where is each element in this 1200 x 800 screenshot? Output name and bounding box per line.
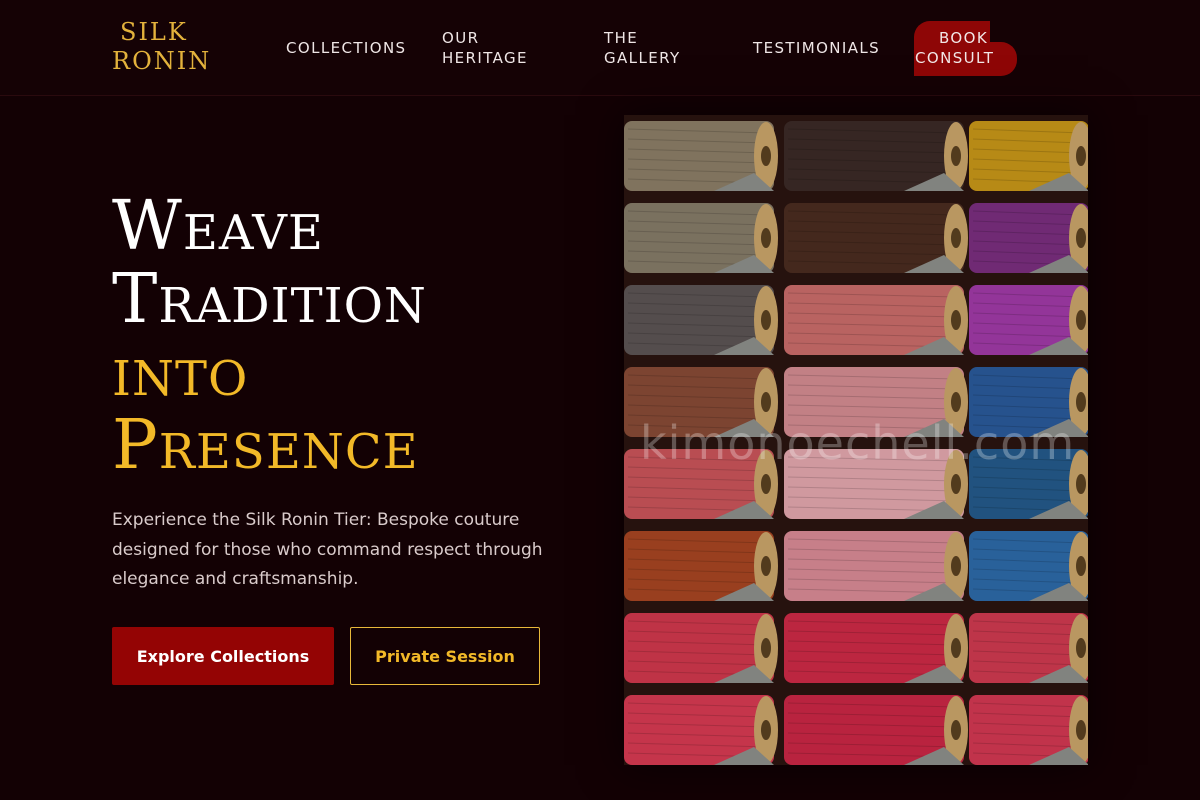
nav-link-our-heritage[interactable]: OUR HERITAGE bbox=[442, 28, 528, 68]
book-button-label-2: CONSULT bbox=[915, 49, 995, 67]
hero-title-line-2: Tradition bbox=[112, 260, 427, 339]
hero-title-line-1: Weave bbox=[112, 187, 324, 266]
nav-gallery-label-2: GALLERY bbox=[604, 49, 681, 67]
thread-spools-illustration bbox=[624, 115, 1088, 765]
nav-link-the-gallery[interactable]: THE GALLERY bbox=[604, 28, 681, 68]
book-button-label-1: BOOK bbox=[939, 29, 989, 47]
brand-line-1: SILK bbox=[120, 18, 188, 46]
brand-logo[interactable]: SILK RONIN bbox=[112, 18, 211, 76]
site-header: SILK RONIN COLLECTIONS OUR HERITAGE THE … bbox=[0, 0, 1200, 96]
hero-title-line-4: Presence bbox=[112, 406, 419, 485]
hero-image-thread-spools bbox=[624, 115, 1088, 765]
nav-heritage-label-2: HERITAGE bbox=[442, 49, 528, 67]
nav-gallery-label-1: THE bbox=[604, 29, 639, 47]
nav-link-collections[interactable]: COLLECTIONS bbox=[286, 38, 406, 58]
hero-description: Experience the Silk Ronin Tier: Bespoke … bbox=[112, 510, 543, 589]
nav-testimonials-label: TESTIMONIALS bbox=[753, 39, 881, 57]
hero-title-line-3: into bbox=[112, 333, 249, 412]
brand-line-2: RONIN bbox=[112, 47, 212, 75]
nav-link-testimonials[interactable]: TESTIMONIALS bbox=[753, 38, 880, 58]
explore-collections-button[interactable]: Explore Collections bbox=[112, 627, 334, 685]
private-session-button[interactable]: Private Session bbox=[350, 627, 540, 685]
nav-collections-label: COLLECTIONS bbox=[286, 39, 407, 57]
hero-title: Weave Tradition into Presence bbox=[112, 190, 427, 482]
book-consult-button[interactable]: BOOK CONSULT bbox=[914, 21, 1017, 76]
nav-heritage-label-1: OUR bbox=[442, 29, 480, 47]
